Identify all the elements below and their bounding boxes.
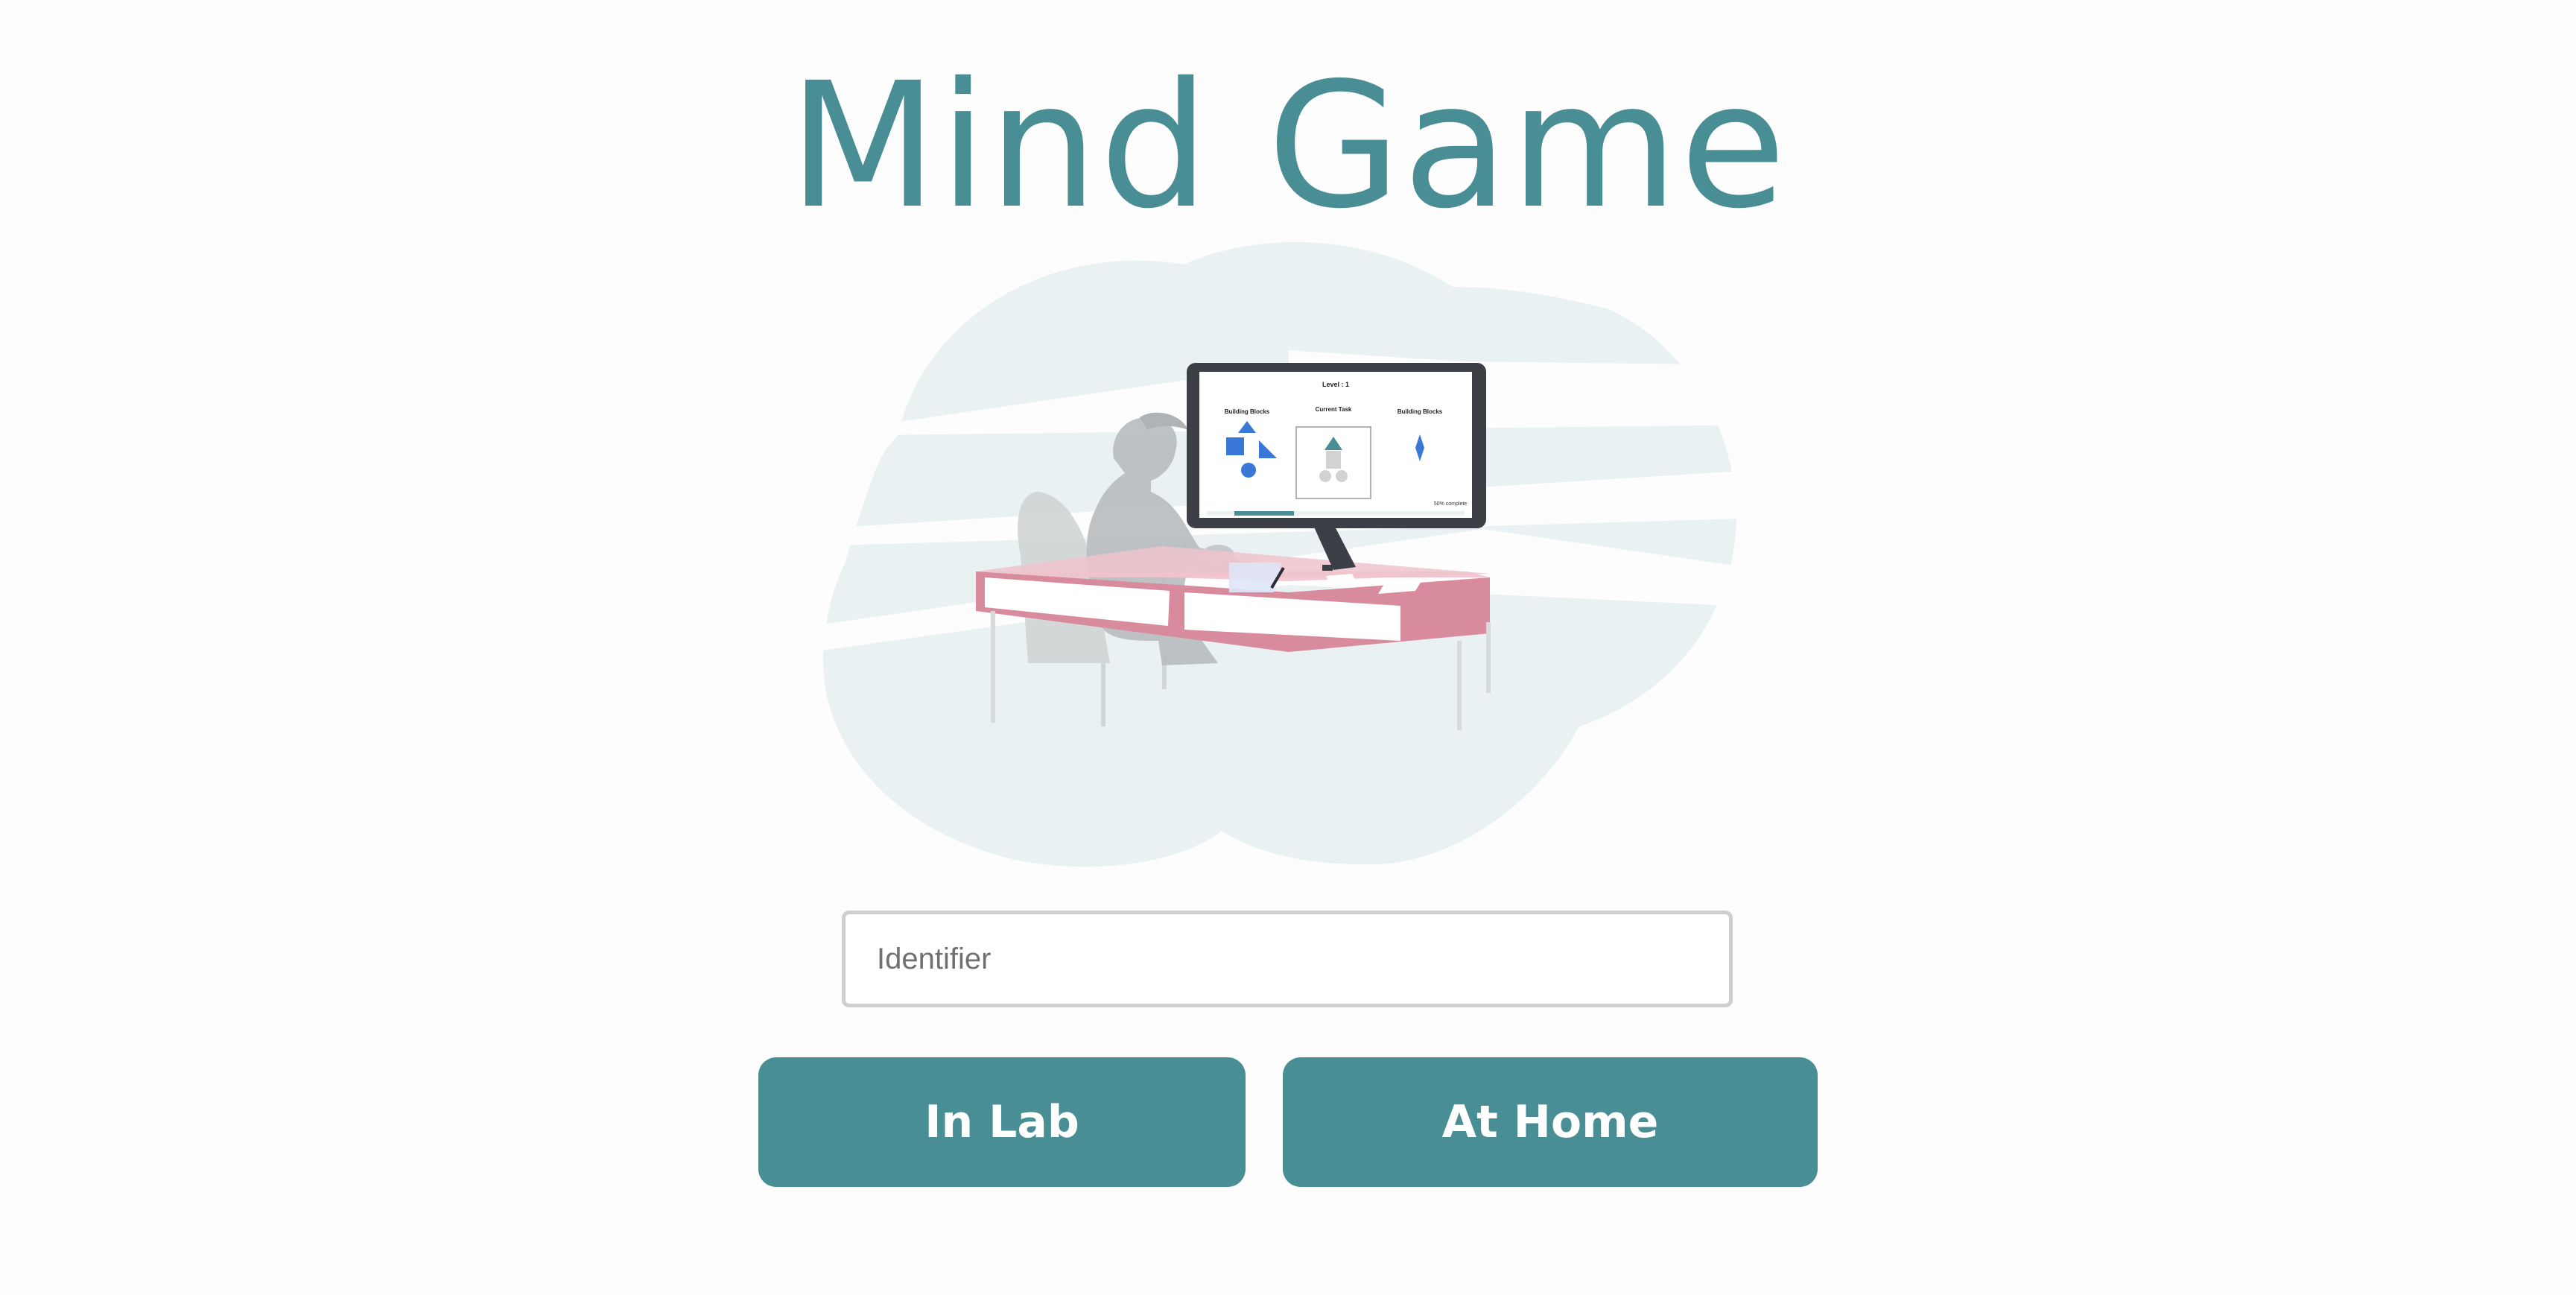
screen-level-label: Level : 1	[1322, 381, 1349, 388]
screen-progress-text: 50% complete	[1434, 501, 1467, 507]
in-lab-button[interactable]: In Lab	[758, 1057, 1246, 1187]
screen-right-panel-title: Building Blocks	[1398, 408, 1443, 415]
screen-left-panel-title: Building Blocks	[1225, 408, 1270, 415]
at-home-button[interactable]: At Home	[1283, 1057, 1818, 1187]
screen-center-panel-title: Current Task	[1316, 406, 1352, 413]
screen-progress-bar	[1234, 511, 1294, 516]
identifier-input[interactable]	[842, 911, 1733, 1007]
person-at-computer-illustration: Level : 1 Building Blocks Current Task B…	[812, 235, 1766, 868]
page-title: Mind Game	[788, 45, 1788, 247]
